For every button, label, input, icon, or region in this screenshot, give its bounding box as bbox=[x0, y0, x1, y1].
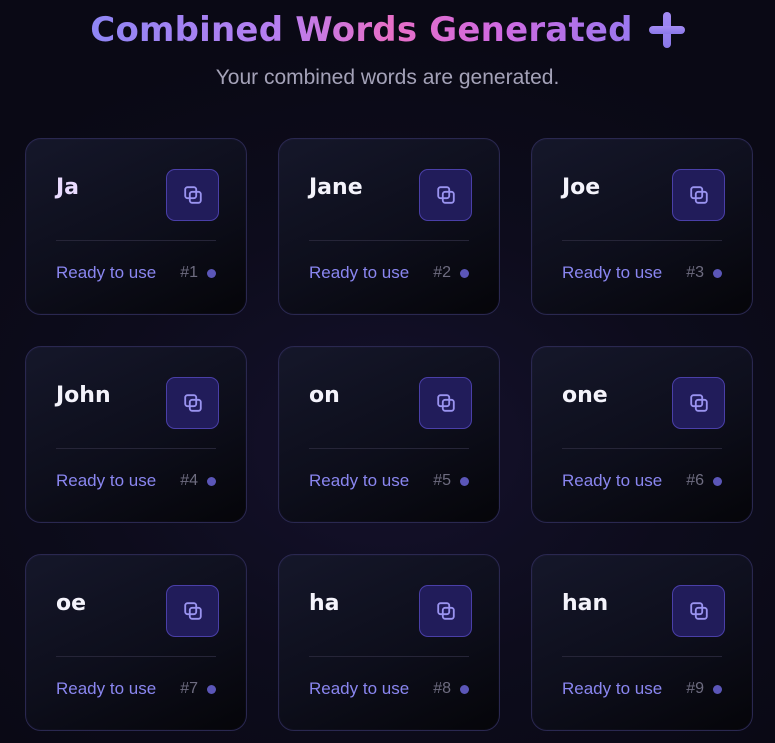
status-text: Ready to use bbox=[562, 263, 663, 282]
status-dot bbox=[713, 477, 722, 486]
copy-icon bbox=[183, 186, 202, 204]
copy-button[interactable] bbox=[672, 169, 725, 221]
page-title: Combined Words Generated bbox=[90, 10, 633, 50]
card-index: #1 bbox=[180, 264, 198, 281]
card-divider bbox=[56, 448, 216, 449]
copy-button[interactable] bbox=[166, 377, 219, 429]
copy-button[interactable] bbox=[672, 585, 725, 637]
card-divider bbox=[562, 240, 722, 241]
status-text: Ready to use bbox=[56, 471, 157, 490]
copy-icon bbox=[183, 394, 202, 412]
word-card: John Ready to use #4 bbox=[25, 346, 247, 523]
copy-button[interactable] bbox=[419, 169, 472, 221]
title-row: Combined Words Generated bbox=[0, 8, 775, 52]
plus-icon bbox=[648, 12, 685, 48]
copy-icon bbox=[689, 394, 708, 412]
copy-button[interactable] bbox=[419, 585, 472, 637]
card-index: #4 bbox=[180, 472, 198, 489]
copy-button[interactable] bbox=[166, 169, 219, 221]
status-dot bbox=[460, 269, 469, 278]
card-divider bbox=[309, 656, 469, 657]
status-text: Ready to use bbox=[562, 679, 663, 698]
copy-button[interactable] bbox=[166, 585, 219, 637]
word-text: han bbox=[562, 591, 609, 616]
word-card: one Ready to use #6 bbox=[531, 346, 753, 523]
status-dot bbox=[713, 269, 722, 278]
word-text: ha bbox=[309, 591, 340, 616]
status-dot bbox=[713, 685, 722, 694]
word-card-grid: Ja Ready to use #1 Jane Ready to use #2 … bbox=[25, 138, 753, 731]
word-card: ha Ready to use #8 bbox=[278, 554, 500, 731]
status-dot bbox=[207, 685, 216, 694]
page-subtitle: Your combined words are generated. bbox=[215, 66, 560, 89]
copy-icon bbox=[689, 186, 708, 204]
card-divider bbox=[562, 448, 722, 449]
card-divider bbox=[56, 656, 216, 657]
status-dot bbox=[460, 685, 469, 694]
card-index: #6 bbox=[686, 472, 704, 489]
copy-icon bbox=[436, 186, 455, 204]
word-text: oe bbox=[56, 591, 87, 616]
card-divider bbox=[562, 656, 722, 657]
copy-button[interactable] bbox=[419, 377, 472, 429]
card-divider bbox=[309, 240, 469, 241]
word-card: oe Ready to use #7 bbox=[25, 554, 247, 731]
copy-icon bbox=[183, 602, 202, 620]
status-text: Ready to use bbox=[56, 679, 157, 698]
status-text: Ready to use bbox=[562, 471, 663, 490]
card-index: #5 bbox=[433, 472, 451, 489]
word-card: Joe Ready to use #3 bbox=[531, 138, 753, 315]
status-text: Ready to use bbox=[309, 263, 410, 282]
status-text: Ready to use bbox=[56, 263, 157, 282]
word-card: han Ready to use #9 bbox=[531, 554, 753, 731]
word-text: Ja bbox=[56, 175, 80, 200]
word-card: Jane Ready to use #2 bbox=[278, 138, 500, 315]
card-index: #8 bbox=[433, 680, 451, 697]
card-index: #7 bbox=[180, 680, 198, 697]
word-text: John bbox=[56, 383, 111, 408]
status-text: Ready to use bbox=[309, 679, 410, 698]
word-card: Ja Ready to use #1 bbox=[25, 138, 247, 315]
word-text: one bbox=[562, 383, 608, 408]
copy-icon bbox=[689, 602, 708, 620]
word-text: on bbox=[309, 383, 340, 408]
copy-icon bbox=[436, 602, 455, 620]
card-index: #3 bbox=[686, 264, 704, 281]
status-dot bbox=[460, 477, 469, 486]
status-dot bbox=[207, 269, 216, 278]
copy-button[interactable] bbox=[672, 377, 725, 429]
copy-icon bbox=[436, 394, 455, 412]
card-divider bbox=[309, 448, 469, 449]
word-card: on Ready to use #5 bbox=[278, 346, 500, 523]
status-dot bbox=[207, 477, 216, 486]
card-index: #9 bbox=[686, 680, 704, 697]
status-text: Ready to use bbox=[309, 471, 410, 490]
card-divider bbox=[56, 240, 216, 241]
word-text: Joe bbox=[562, 175, 601, 200]
word-text: Jane bbox=[309, 175, 363, 200]
card-index: #2 bbox=[433, 264, 451, 281]
